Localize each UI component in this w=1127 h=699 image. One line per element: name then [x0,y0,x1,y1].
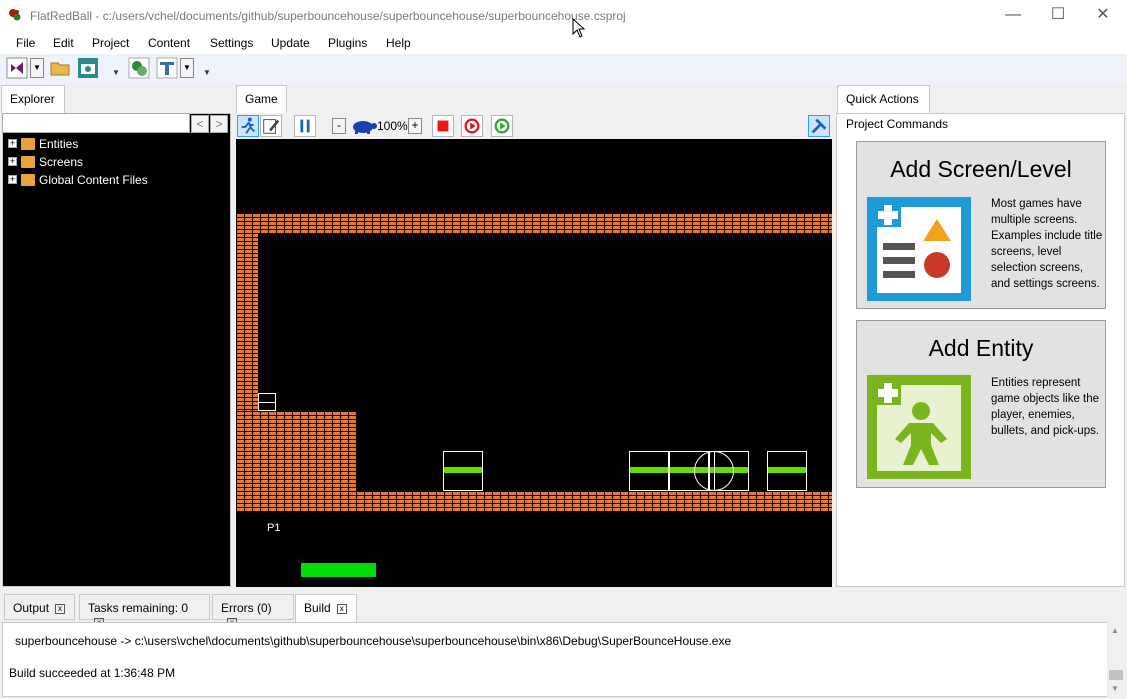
tab-explorer[interactable]: Explorer [1,85,65,113]
menu-content[interactable]: Content [148,36,190,50]
tiled-tool-icon[interactable] [156,57,178,79]
scroll-up-icon[interactable]: ▲ [1111,626,1119,635]
menu-project[interactable]: Project [92,36,129,50]
add-entity-description: Entities represent game objects like the… [991,377,1100,437]
project-commands-label: Project Commands [846,117,949,131]
main-toolbar: ▼ ▼ ▼ ▼ [0,54,1127,84]
brick-floor [236,491,832,511]
player-collision-box [258,393,276,411]
menu-update[interactable]: Update [271,36,310,50]
pause-icon[interactable] [294,115,316,137]
edit-mode-icon[interactable] [260,115,282,137]
restart-game-icon[interactable] [491,115,513,137]
play-mode-runner-icon[interactable] [237,115,259,137]
title-bar: FlatRedBall - c:/users/vchel/documents/g… [0,0,1127,32]
add-entity-title: Add Entity [928,335,1034,361]
tab-build[interactable]: Build x [295,594,357,622]
tab-output[interactable]: Output x [4,594,75,620]
mouse-cursor-icon [572,18,586,38]
expand-icon[interactable]: + [8,175,17,185]
menu-bar: File Edit Project Content Settings Updat… [0,32,1127,54]
scroll-down-icon[interactable]: ▼ [1111,684,1119,693]
slow-speed-turtle-icon [353,121,377,134]
zoom-in-button[interactable]: + [408,118,422,134]
add-screen-title: Add Screen/Level [890,156,1072,182]
game-toolbar: - 100% + [236,113,832,139]
output-scrollbar[interactable]: ▲ ▼ [1107,622,1125,697]
close-icon[interactable]: x [336,603,347,614]
screenshot-camera-icon[interactable] [77,57,99,79]
menu-help[interactable]: Help [386,36,411,50]
bottom-tab-strip: Outputx Tasks remaining: 0x Errors (0)x … [0,594,1127,628]
folder-icon [21,155,35,168]
minimize-button[interactable]: — [990,0,1036,32]
bounce-platform [629,451,669,491]
tab-quick-actions[interactable]: Quick Actions [837,85,930,113]
flatredball-logo-icon [9,9,21,21]
maximize-button[interactable]: ☐ [1035,0,1081,32]
menu-settings[interactable]: Settings [210,36,253,50]
visual-studio-icon[interactable] [6,57,28,79]
add-screen-icon [867,197,971,301]
brick-left-wall [236,233,258,413]
brick-step-block [236,411,356,491]
expand-icon[interactable]: + [8,157,17,167]
game-settings-wrench-icon[interactable] [808,115,830,137]
glue-plugin-icon[interactable] [128,57,150,79]
bounce-platform [443,451,483,491]
explorer-back-button[interactable]: < [191,115,209,133]
add-screen-button[interactable]: Add Screen/Level Most games have multipl… [856,141,1106,309]
player-health-bar [301,563,376,577]
add-entity-icon [867,375,971,479]
restart-screen-icon[interactable] [461,115,483,137]
tab-errors[interactable]: Errors (0)x [212,594,294,628]
folder-icon [21,173,35,186]
game-canvas[interactable]: P1 [236,139,832,587]
tab-tasks-remaining[interactable]: Tasks remaining: 0x [79,594,210,628]
zoom-level-text: 100% [377,119,408,133]
menu-edit[interactable]: Edit [53,36,74,50]
player-label: P1 [267,522,281,534]
output-line: superbouncehouse -> c:\users\vchel\docum… [15,634,732,648]
add-screen-description: Most games have multiple screens. Exampl… [991,198,1103,290]
output-line: Build succeeded at 1:36:48 PM [9,666,176,680]
toolbar-overflow-icon[interactable]: ▼ [112,68,120,77]
brick-ceiling [236,213,832,233]
circle-collider [694,451,734,491]
tree-item-entities[interactable]: + Entities [8,136,78,152]
stop-icon[interactable] [432,115,454,137]
tree-item-screens[interactable]: + Screens [8,154,83,170]
window-title: FlatRedBall - c:/users/vchel/documents/g… [30,9,626,23]
tiled-tool-dropdown[interactable]: ▼ [180,58,194,78]
expand-icon[interactable]: + [8,139,17,149]
toolbar-overflow-icon-2[interactable]: ▼ [203,68,211,77]
tab-game[interactable]: Game [236,85,287,113]
explorer-forward-button[interactable]: > [210,115,228,133]
tree-item-global-content-files[interactable]: + Global Content Files [8,172,148,188]
visual-studio-dropdown[interactable]: ▼ [30,58,44,78]
explorer-search-input[interactable] [2,113,190,133]
scroll-thumb[interactable] [1109,670,1123,680]
menu-plugins[interactable]: Plugins [328,36,367,50]
zoom-out-button[interactable]: - [332,118,346,134]
menu-file[interactable]: File [16,36,35,50]
build-output-area[interactable]: superbouncehouse -> c:\users\vchel\docum… [2,622,1125,697]
close-button[interactable]: ✕ [1080,0,1126,32]
folder-icon [21,137,35,150]
close-icon[interactable]: x [55,603,66,614]
open-folder-icon[interactable] [49,57,71,79]
bounce-platform [767,451,807,491]
add-entity-button[interactable]: Add Entity Entities represent game objec… [856,320,1106,488]
